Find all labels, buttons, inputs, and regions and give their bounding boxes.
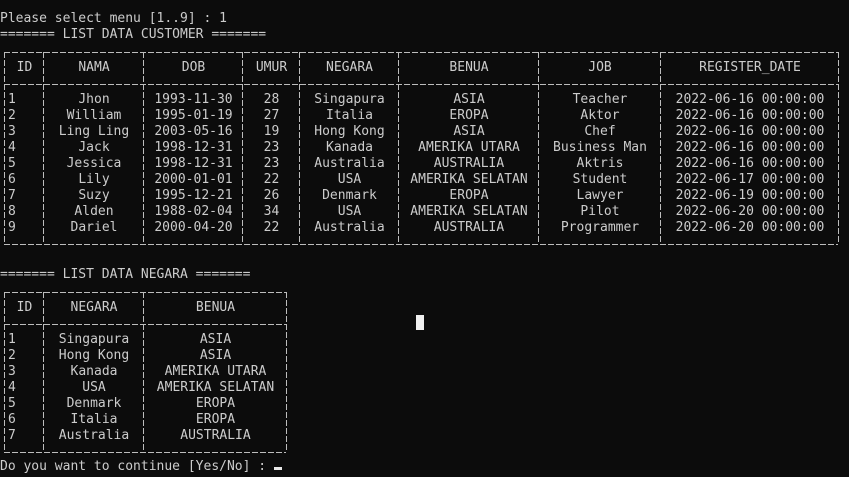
mouse-text-cursor bbox=[416, 315, 424, 330]
negara-table-header-id: ID bbox=[16, 300, 33, 315]
negara-table-cell: EROPA bbox=[195, 412, 236, 427]
negara-table-cell: USA bbox=[82, 380, 106, 395]
negara-table-cell: AUSTRALIA bbox=[180, 428, 251, 443]
negara-table-cell: 6 bbox=[8, 412, 16, 427]
continue-prompt-text: Do you want to continue [Yes/No] : bbox=[0, 459, 274, 474]
terminal-window[interactable]: Please select menu [1..9] : 1 ======= LI… bbox=[0, 0, 849, 477]
negara-table-cell: AMERIKA SELATAN bbox=[156, 380, 275, 395]
negara-table-cell: 5 bbox=[8, 396, 16, 411]
negara-table-cell: Australia bbox=[58, 428, 130, 443]
negara-table-cell: Kanada bbox=[70, 364, 118, 379]
negara-table-cell: Denmark bbox=[66, 396, 122, 411]
text-cursor bbox=[273, 467, 282, 470]
negara-table-header-negara: NEGARA bbox=[70, 300, 118, 315]
continue-prompt[interactable]: Do you want to continue [Yes/No] : bbox=[0, 459, 282, 475]
negara-table-cell: 7 bbox=[8, 428, 16, 443]
negara-table-cell: 1 bbox=[8, 332, 16, 347]
negara-table-header-benua: BENUA bbox=[195, 300, 236, 315]
negara-table-cell: AMERIKA UTARA bbox=[164, 364, 267, 379]
negara-table-cell: 2 bbox=[8, 348, 16, 363]
negara-table-cell: ASIA bbox=[199, 348, 232, 363]
negara-table-cell: ASIA bbox=[199, 332, 232, 347]
negara-table-cell: Italia bbox=[70, 412, 118, 427]
negara-table-cell: EROPA bbox=[195, 396, 236, 411]
negara-table-cell: 4 bbox=[8, 380, 16, 395]
negara-table-cell: Singapura bbox=[58, 332, 130, 347]
negara-table-cell: Hong Kong bbox=[58, 348, 130, 363]
negara-table-cell: 3 bbox=[8, 364, 16, 379]
